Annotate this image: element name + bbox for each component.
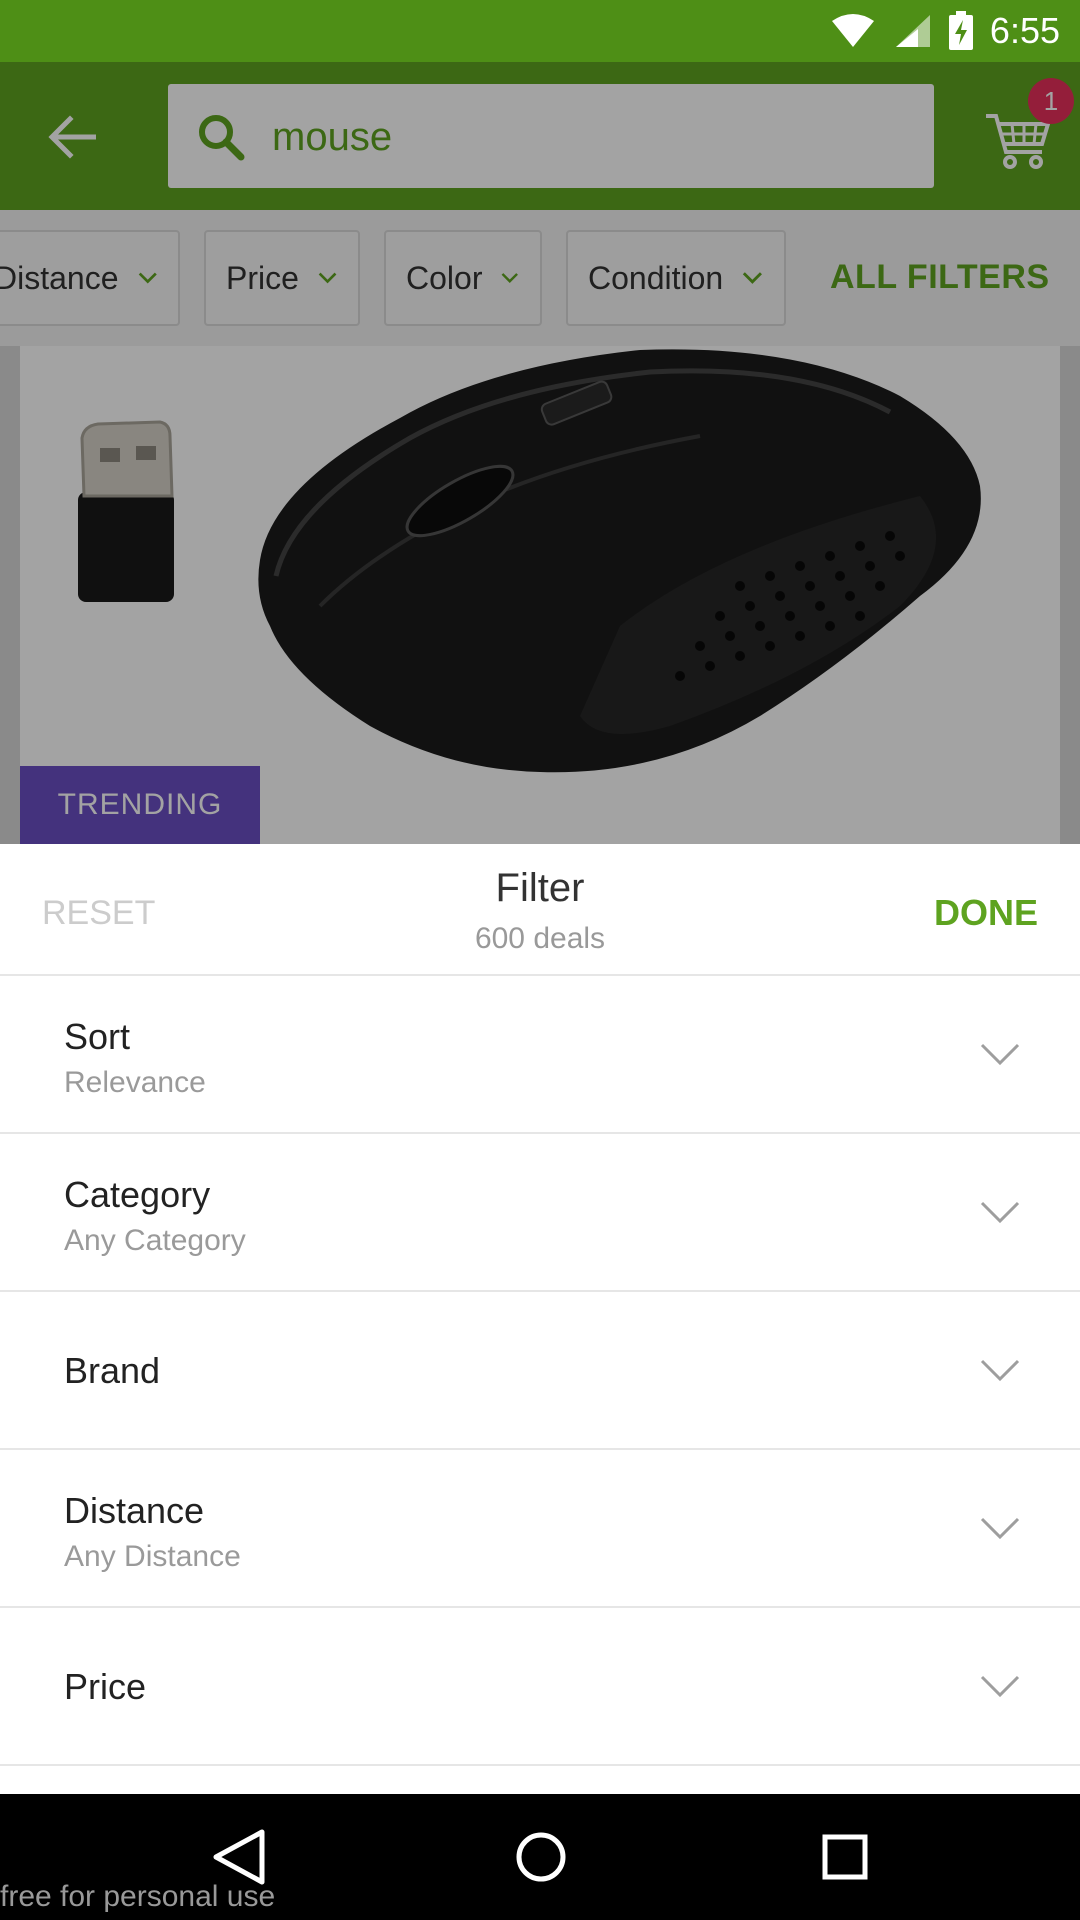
status-bar: 6:55 xyxy=(0,0,1080,62)
chevron-down-icon xyxy=(980,1675,1020,1698)
row-title: Category xyxy=(64,1174,211,1215)
row-title: Brand xyxy=(64,1350,161,1391)
chevron-down-icon xyxy=(980,1359,1020,1382)
row-title: Sort xyxy=(64,1016,131,1057)
row-subtitle: Any Category xyxy=(64,1224,246,1257)
signal-icon xyxy=(895,15,930,47)
chevron-down-icon xyxy=(980,1201,1020,1224)
nav-home-icon[interactable] xyxy=(506,1824,576,1890)
filter-row-distance[interactable]: Distance Any Distance xyxy=(0,1450,1080,1608)
row-title: Price xyxy=(64,1666,147,1707)
chevron-down-icon xyxy=(980,1043,1020,1066)
chevron-down-icon xyxy=(980,1517,1020,1540)
status-time: 6:55 xyxy=(989,10,1060,51)
filter-sheet: RESET Filter 600 deals DONE Sort Relevan… xyxy=(0,844,1080,1794)
scrim-overlay[interactable] xyxy=(0,62,1080,844)
filter-row-sort[interactable]: Sort Relevance xyxy=(0,976,1080,1134)
status-icons: 6:55 xyxy=(830,0,1060,62)
wifi-icon xyxy=(831,14,874,47)
filter-sheet-header: RESET Filter 600 deals DONE xyxy=(0,844,1080,976)
watermark-text: free for personal use xyxy=(0,1880,276,1913)
row-title: Distance xyxy=(64,1490,205,1531)
filter-title: Filter xyxy=(495,866,585,910)
done-button[interactable]: DONE xyxy=(934,892,1038,934)
row-subtitle: Any Distance xyxy=(64,1540,241,1573)
nav-recents-icon[interactable] xyxy=(810,1824,880,1890)
filter-row-price[interactable]: Price xyxy=(0,1608,1080,1766)
battery-charging-icon xyxy=(948,11,973,50)
filter-row-category[interactable]: Category Any Category xyxy=(0,1134,1080,1292)
filter-row-brand[interactable]: Brand xyxy=(0,1292,1080,1450)
deal-count: 600 deals xyxy=(474,922,606,955)
row-subtitle: Relevance xyxy=(64,1066,206,1099)
